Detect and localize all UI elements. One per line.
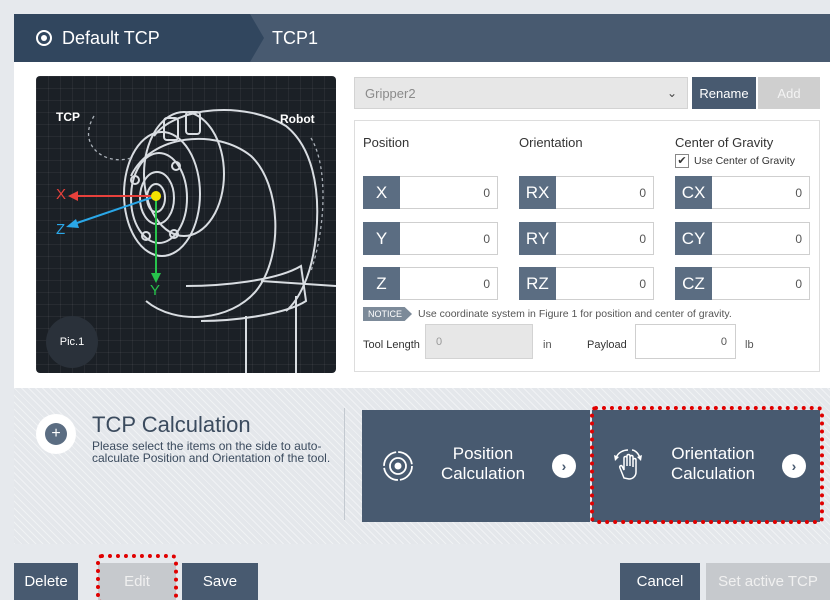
axis-z-label: Z [56, 221, 66, 238]
cog-cy-field[interactable]: CY 0 [675, 222, 810, 255]
cog-cz-field[interactable]: CZ 0 [675, 267, 810, 300]
figure-number-badge: Pic.1 [46, 316, 98, 368]
tool-length-input[interactable]: 0 [425, 324, 533, 359]
calculation-divider [344, 408, 345, 520]
chevron-right-icon: › [552, 454, 576, 478]
position-z-field[interactable]: Z 0 [363, 267, 498, 300]
cog-cy-label: CY [675, 222, 712, 255]
notice-message: NOTICE Use coordinate system in Figure 1… [363, 307, 732, 321]
orientation-rz-field[interactable]: RZ 0 [519, 267, 654, 300]
position-x-label: X [363, 176, 400, 209]
radio-selected-icon [36, 30, 52, 46]
orientation-rz-label: RZ [519, 267, 556, 300]
edit-button[interactable]: Edit [98, 563, 176, 600]
payload-unit: lb [745, 339, 754, 351]
orientation-rx-input[interactable]: 0 [556, 176, 654, 209]
position-z-label: Z [363, 267, 400, 300]
tcp-calculation-section: + TCP Calculation Please select the item… [14, 388, 830, 544]
position-x-field[interactable]: X 0 [363, 176, 498, 209]
position-calculation-line2: Calculation [440, 464, 526, 483]
position-x-input[interactable]: 0 [400, 176, 498, 209]
robot-figure-label: Robot [280, 112, 315, 126]
orientation-calculation-line1: Orientation [671, 444, 755, 463]
tab-tcp1[interactable]: TCP1 [272, 14, 318, 62]
tab-default-tcp[interactable]: Default TCP [14, 14, 264, 62]
use-center-of-gravity-label: Use Center of Gravity [694, 155, 795, 167]
orientation-rx-label: RX [519, 176, 556, 209]
orientation-rx-field[interactable]: RX 0 [519, 176, 654, 209]
target-icon [383, 451, 413, 481]
orientation-ry-input[interactable]: 0 [556, 222, 654, 255]
chevron-down-icon: ⌄ [666, 86, 677, 100]
axis-y-label: Y [150, 282, 161, 299]
cog-cz-label: CZ [675, 267, 712, 300]
position-calculation-line1: Position [452, 444, 514, 463]
cancel-button[interactable]: Cancel [620, 563, 700, 600]
save-button[interactable]: Save [182, 563, 258, 600]
orientation-calculation-line2: Calculation [670, 464, 756, 483]
payload-label: Payload [587, 339, 627, 351]
position-z-input[interactable]: 0 [400, 267, 498, 300]
position-y-field[interactable]: Y 0 [363, 222, 498, 255]
orientation-ry-label: RY [519, 222, 556, 255]
cog-cy-input[interactable]: 0 [712, 222, 810, 255]
tcp-tab-bar: Default TCP TCP1 [14, 14, 830, 62]
delete-button[interactable]: Delete [14, 563, 78, 600]
set-active-tcp-button[interactable]: Set active TCP [706, 563, 830, 600]
tab-default-tcp-label: Default TCP [62, 27, 160, 48]
axis-x-label: X [56, 186, 67, 203]
calculation-plus-icon: + [36, 414, 76, 454]
cog-cz-input[interactable]: 0 [712, 267, 810, 300]
tool-length-unit: in [543, 339, 552, 351]
position-y-label: Y [363, 222, 400, 255]
cog-cx-label: CX [675, 176, 712, 209]
chevron-right-icon: › [782, 454, 806, 478]
calculation-description: Please select the items on the side to a… [92, 439, 331, 465]
orientation-title: Orientation [519, 135, 583, 150]
gripper-select[interactable]: Gripper2 ⌄ [354, 77, 688, 109]
tcp-values-form: Position Orientation Center of Gravity ✔… [354, 120, 820, 372]
cog-cx-input[interactable]: 0 [712, 176, 810, 209]
cog-cx-field[interactable]: CX 0 [675, 176, 810, 209]
position-title: Position [363, 135, 410, 150]
center-of-gravity-title: Center of Gravity [675, 135, 774, 150]
rename-button[interactable]: Rename [692, 77, 756, 109]
tcp-figure-label: TCP [56, 110, 80, 124]
gripper-select-value: Gripper2 [365, 85, 416, 101]
check-icon: ✔ [675, 154, 689, 168]
add-button[interactable]: Add [758, 77, 820, 109]
calculation-title: TCP Calculation [92, 412, 251, 437]
tab-tcp1-label: TCP1 [272, 27, 319, 48]
use-center-of-gravity-checkbox[interactable]: ✔ Use Center of Gravity [675, 154, 795, 168]
payload-input[interactable]: 0 [635, 324, 736, 359]
tool-length-label: Tool Length [363, 339, 420, 351]
notice-text: Use coordinate system in Figure 1 for po… [418, 308, 732, 320]
tcp-coordinate-figure: TCP Robot X Z Y Pic.1 [36, 76, 336, 373]
position-calculation-button[interactable]: Position Calculation › [362, 410, 590, 522]
notice-tag: NOTICE [363, 307, 413, 321]
hand-rotate-icon [614, 449, 642, 480]
orientation-ry-field[interactable]: RY 0 [519, 222, 654, 255]
orientation-calculation-button[interactable]: Orientation Calculation › [592, 410, 820, 522]
position-y-input[interactable]: 0 [400, 222, 498, 255]
orientation-rz-input[interactable]: 0 [556, 267, 654, 300]
tcp-settings-panel: TCP Robot X Z Y Pic.1 Gripper2 ⌄ Rename … [14, 62, 830, 388]
